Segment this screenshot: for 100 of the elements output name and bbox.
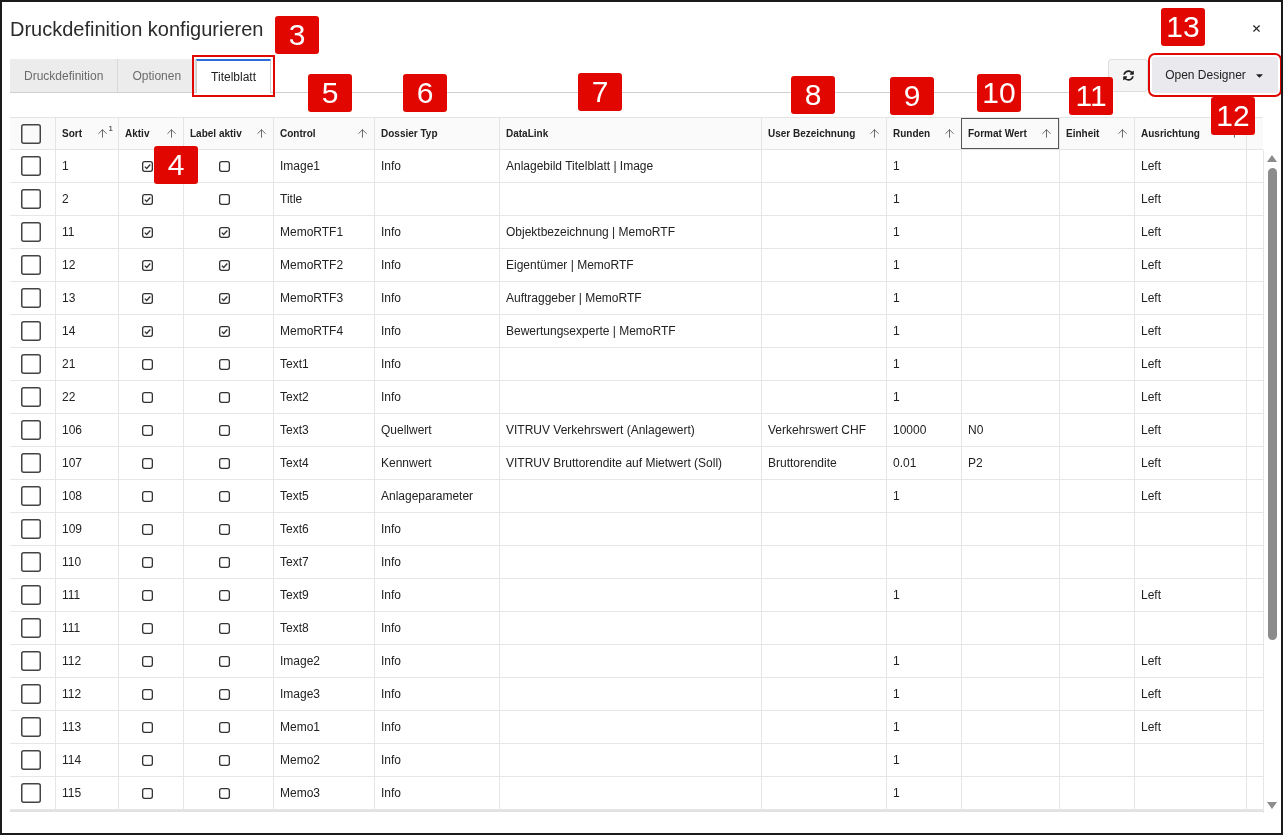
row-checkbox[interactable] — [21, 552, 41, 572]
checkbox[interactable] — [219, 358, 230, 370]
column-header[interactable]: Sort — [62, 126, 82, 141]
row-checkbox[interactable] — [21, 354, 41, 374]
row-checkbox[interactable] — [21, 156, 41, 176]
checkbox[interactable] — [219, 292, 230, 304]
row-checkbox[interactable] — [21, 288, 41, 308]
checkbox[interactable] — [141, 490, 153, 502]
checkbox[interactable] — [219, 589, 230, 601]
table-cell: 22 — [55, 381, 118, 413]
row-checkbox[interactable] — [21, 519, 41, 539]
table-cell: Eigentümer | MemoRTF — [499, 249, 761, 281]
checkbox[interactable] — [219, 325, 230, 337]
checkbox[interactable] — [141, 160, 153, 172]
checkbox[interactable] — [141, 424, 153, 436]
column-header[interactable]: Runden — [893, 126, 931, 141]
row-checkbox[interactable] — [21, 717, 41, 737]
checkbox[interactable] — [219, 160, 230, 172]
checkbox[interactable] — [219, 655, 230, 667]
close-icon[interactable] — [1251, 23, 1262, 34]
arrow-up-icon[interactable] — [943, 127, 956, 140]
checkbox[interactable] — [141, 721, 153, 733]
row-checkbox[interactable] — [21, 222, 41, 242]
column-header[interactable]: Label aktiv — [190, 126, 242, 141]
checkbox[interactable] — [219, 259, 230, 271]
checkbox[interactable] — [219, 721, 230, 733]
row-checkbox[interactable] — [21, 684, 41, 704]
arrow-up-icon[interactable] — [1116, 127, 1129, 140]
checkbox[interactable] — [141, 193, 153, 205]
column-header[interactable]: DataLink — [506, 126, 549, 141]
arrow-up-icon[interactable] — [95, 127, 109, 140]
scroll-down-icon[interactable] — [1267, 802, 1277, 809]
checkbox[interactable] — [141, 457, 153, 469]
table-cell: Left — [1134, 579, 1246, 611]
checkbox[interactable] — [141, 754, 153, 766]
checkbox[interactable] — [219, 226, 230, 238]
scrollbar-thumb[interactable] — [1267, 168, 1277, 640]
table-cell: Info — [374, 216, 499, 248]
checkbox[interactable] — [141, 259, 153, 271]
checkbox[interactable] — [141, 523, 153, 535]
table-cell: Text2 — [273, 381, 374, 413]
checkbox[interactable] — [141, 358, 153, 370]
arrow-up-icon[interactable] — [868, 127, 881, 140]
arrow-up-icon[interactable] — [1040, 127, 1053, 140]
checkbox[interactable] — [219, 490, 230, 502]
checkbox[interactable] — [219, 391, 230, 403]
checkbox[interactable] — [141, 688, 153, 700]
annotation-callout: 3 — [275, 16, 319, 54]
checkbox[interactable] — [141, 787, 153, 799]
checkbox[interactable] — [141, 589, 153, 601]
column-header[interactable]: Control — [280, 126, 316, 141]
checkbox[interactable] — [219, 523, 230, 535]
tab[interactable]: Optionen — [118, 59, 197, 92]
annotation-callout: 9 — [890, 77, 934, 115]
arrow-up-icon[interactable] — [165, 127, 178, 140]
row-checkbox[interactable] — [21, 453, 41, 473]
checkbox[interactable] — [141, 391, 153, 403]
checkbox[interactable] — [219, 193, 230, 205]
checkbox[interactable] — [219, 556, 230, 568]
row-checkbox[interactable] — [21, 321, 41, 341]
row-checkbox[interactable] — [21, 585, 41, 605]
row-checkbox[interactable] — [21, 618, 41, 638]
column-header[interactable]: User Bezeichnung — [768, 126, 856, 141]
checkbox[interactable] — [141, 655, 153, 667]
select-all-checkbox[interactable] — [21, 123, 41, 144]
checkbox[interactable] — [219, 688, 230, 700]
table-cell: Text9 — [273, 579, 374, 611]
column-header[interactable]: Format Wert — [968, 126, 1027, 141]
row-checkbox[interactable] — [21, 189, 41, 209]
scroll-up-icon[interactable] — [1267, 155, 1277, 162]
row-checkbox[interactable] — [21, 255, 41, 275]
row-checkbox[interactable] — [21, 651, 41, 671]
column-header[interactable]: Einheit — [1066, 126, 1100, 141]
row-checkbox[interactable] — [21, 486, 41, 506]
refresh-button[interactable] — [1108, 58, 1148, 92]
column-header[interactable]: Aktiv — [125, 126, 150, 141]
table-cell: 1 — [886, 183, 961, 215]
arrow-up-icon[interactable] — [356, 127, 369, 140]
tab[interactable]: Druckdefinition — [10, 59, 119, 92]
checkbox[interactable] — [219, 754, 230, 766]
row-checkbox[interactable] — [21, 783, 41, 803]
checkbox[interactable] — [141, 556, 153, 568]
row-checkbox[interactable] — [21, 387, 41, 407]
table-cell: 1 — [886, 381, 961, 413]
table-cell: Bewertungsexperte | MemoRTF — [499, 315, 761, 347]
column-header[interactable]: Ausrichtung — [1141, 126, 1200, 141]
arrow-up-icon[interactable] — [255, 127, 268, 140]
checkbox[interactable] — [141, 325, 153, 337]
checkbox[interactable] — [141, 292, 153, 304]
checkbox[interactable] — [219, 424, 230, 436]
checkbox[interactable] — [141, 226, 153, 238]
column-header[interactable]: Dossier Typ — [381, 126, 438, 141]
row-checkbox[interactable] — [21, 750, 41, 770]
checkbox[interactable] — [141, 622, 153, 634]
table-cell: Info — [374, 645, 499, 677]
table-cell: 112 — [55, 645, 118, 677]
checkbox[interactable] — [219, 457, 230, 469]
checkbox[interactable] — [219, 622, 230, 634]
checkbox[interactable] — [219, 787, 230, 799]
row-checkbox[interactable] — [21, 420, 41, 440]
